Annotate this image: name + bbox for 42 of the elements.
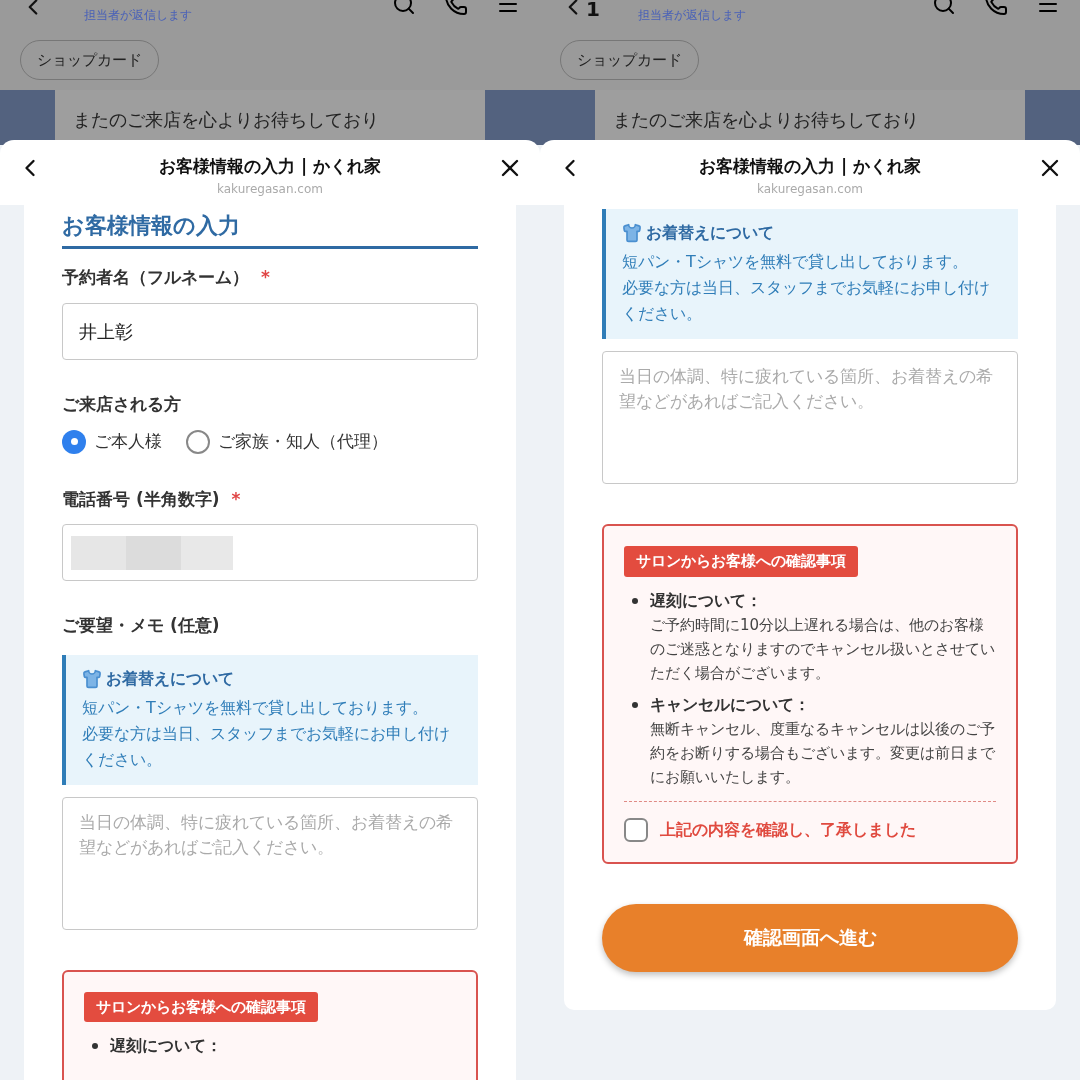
input-field[interactable] [62, 524, 478, 581]
field-label: 予約者名（フルネーム） [62, 266, 249, 289]
input-field[interactable]: 井上彰 [62, 302, 478, 360]
sheet-url: kakuregasan.com [217, 180, 323, 198]
radio-option[interactable]: ご本人様 [62, 429, 162, 455]
note-text: 必要な方は当日、スタッフまでお気軽にお申し付けください。 [82, 722, 451, 771]
form-heading: お客様情報の入力 [62, 212, 241, 240]
radio-button[interactable] [62, 429, 86, 454]
note-text: 短パン・Tシャツを無料で貸し出しております。 [622, 251, 969, 273]
notice-item-text: ご予約時間に10分以上遅れる場合は、他のお客様のご迷惑となりますのでキャンセル扱いとさせていただく場合がございます。 [650, 614, 996, 684]
agree-label[interactable]: 上記の内容を確認し、了承しました [660, 817, 916, 842]
bullet-icon [632, 701, 638, 708]
notice-item-text: 無断キャンセル、度重なるキャンセルは以後のご予約をお断りする場合もございます。変更は前日までにお願いいたします。 [650, 718, 996, 788]
radio-option[interactable]: ご家族・知人（代理） [186, 429, 388, 455]
shirt-icon [82, 668, 102, 689]
memo-field[interactable]: 当日の体調、特に疲れている箇所、お着替えの希望などがあればご記入ください。 [602, 351, 1018, 484]
unread-count: 1 [586, 0, 600, 23]
note-title: お着替えについて [646, 222, 774, 244]
chat-subtitle: 担当者が返信します [637, 7, 746, 24]
note-text: 必要な方は当日、スタッフまでお気軽にお申し付けください。 [622, 277, 991, 325]
field-label: ご来店される方 [62, 392, 182, 416]
radio-button[interactable] [186, 429, 210, 454]
notice-item-title: 遅刻について： [110, 1035, 222, 1057]
note-title: お着替えについて [106, 667, 234, 690]
sheet-title: お客様情報の入力 | かくれ家 [698, 155, 921, 178]
required-mark: * [261, 266, 270, 289]
memo-field[interactable]: 当日の体調、特に疲れている箇所、お着替えの希望などがあればご記入ください。 [62, 796, 478, 930]
sheet-url: kakuregasan.com [757, 180, 863, 198]
chat-subtitle: 担当者が返信します [84, 7, 192, 24]
field-label: 電話番号 (半角数字) [62, 487, 220, 511]
bullet-icon [92, 1043, 98, 1049]
shirt-icon [622, 223, 642, 243]
sheet-title: お客様情報の入力 | かくれ家 [158, 155, 381, 178]
required-mark: * [231, 487, 241, 511]
notice-badge: サロンからお客様への確認事項 [84, 991, 318, 1022]
notice-item-title: キャンセルについて： [650, 693, 811, 716]
note-text: 短パン・Tシャツを無料で貸し出しております。 [82, 696, 429, 719]
notice-item-title: 遅刻について： [650, 589, 763, 612]
bullet-icon [632, 597, 638, 604]
notice-badge: サロンからお客様への確認事項 [624, 546, 858, 577]
agree-checkbox[interactable] [624, 817, 648, 842]
field-label: ご要望・メモ (任意) [62, 614, 221, 637]
